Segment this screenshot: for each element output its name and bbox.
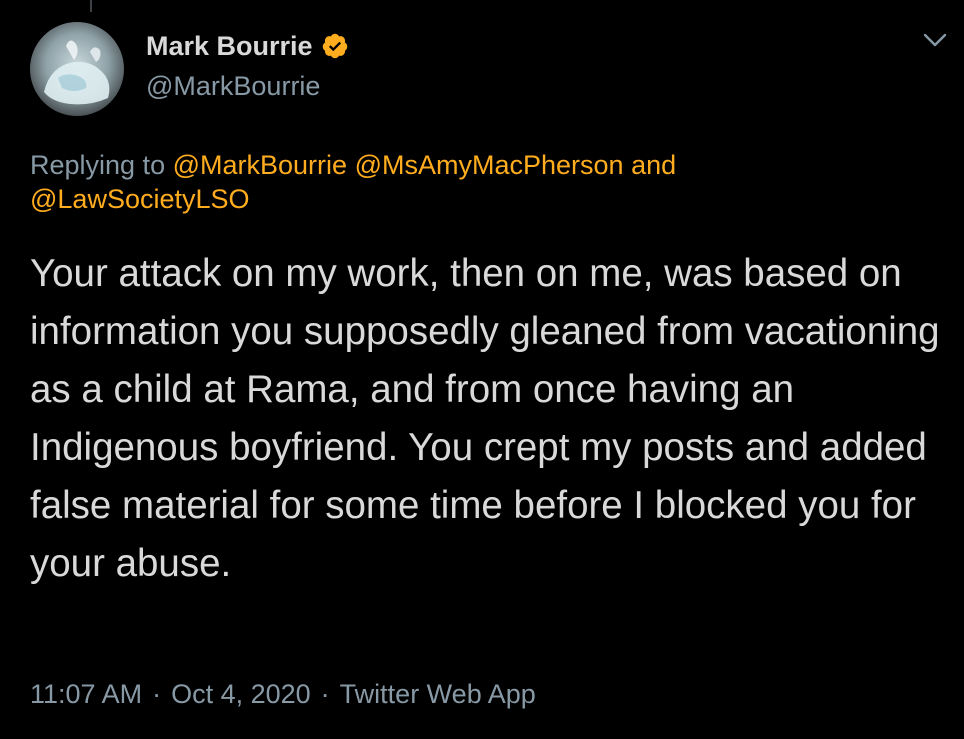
mention-link[interactable]: @LawSocietyLSO [30, 184, 250, 214]
tweet-source[interactable]: Twitter Web App [340, 676, 536, 712]
mention-link[interactable]: @MarkBourrie [173, 150, 347, 180]
handle[interactable]: @MarkBourrie [146, 68, 349, 104]
verified-badge-icon [321, 32, 349, 60]
tweet-time[interactable]: 11:07 AM [30, 676, 142, 712]
mention-link[interactable]: @MsAmyMacPherson [355, 150, 624, 180]
reply-prefix: Replying to [30, 150, 166, 180]
reply-context: Replying to @MarkBourrie @MsAmyMacPherso… [30, 148, 930, 216]
meta-separator: · [320, 679, 330, 709]
name-row: Mark Bourrie [146, 28, 349, 64]
tweet-date[interactable]: Oct 4, 2020 [171, 676, 311, 712]
tweet: Mark Bourrie @MarkBourrie Replying to @M… [0, 0, 964, 739]
meta-separator: · [152, 679, 162, 709]
display-name[interactable]: Mark Bourrie [146, 28, 313, 64]
tweet-text: Your attack on my work, then on me, was … [30, 252, 940, 585]
profile-photo-icon [30, 22, 124, 116]
chevron-down-icon[interactable] [922, 30, 948, 50]
reply-conjunction[interactable]: and [631, 150, 676, 180]
tweet-meta: 11:07 AM · Oct 4, 2020 · Twitter Web App [30, 676, 536, 712]
avatar[interactable] [30, 22, 124, 116]
author-block: Mark Bourrie @MarkBourrie [146, 28, 349, 104]
